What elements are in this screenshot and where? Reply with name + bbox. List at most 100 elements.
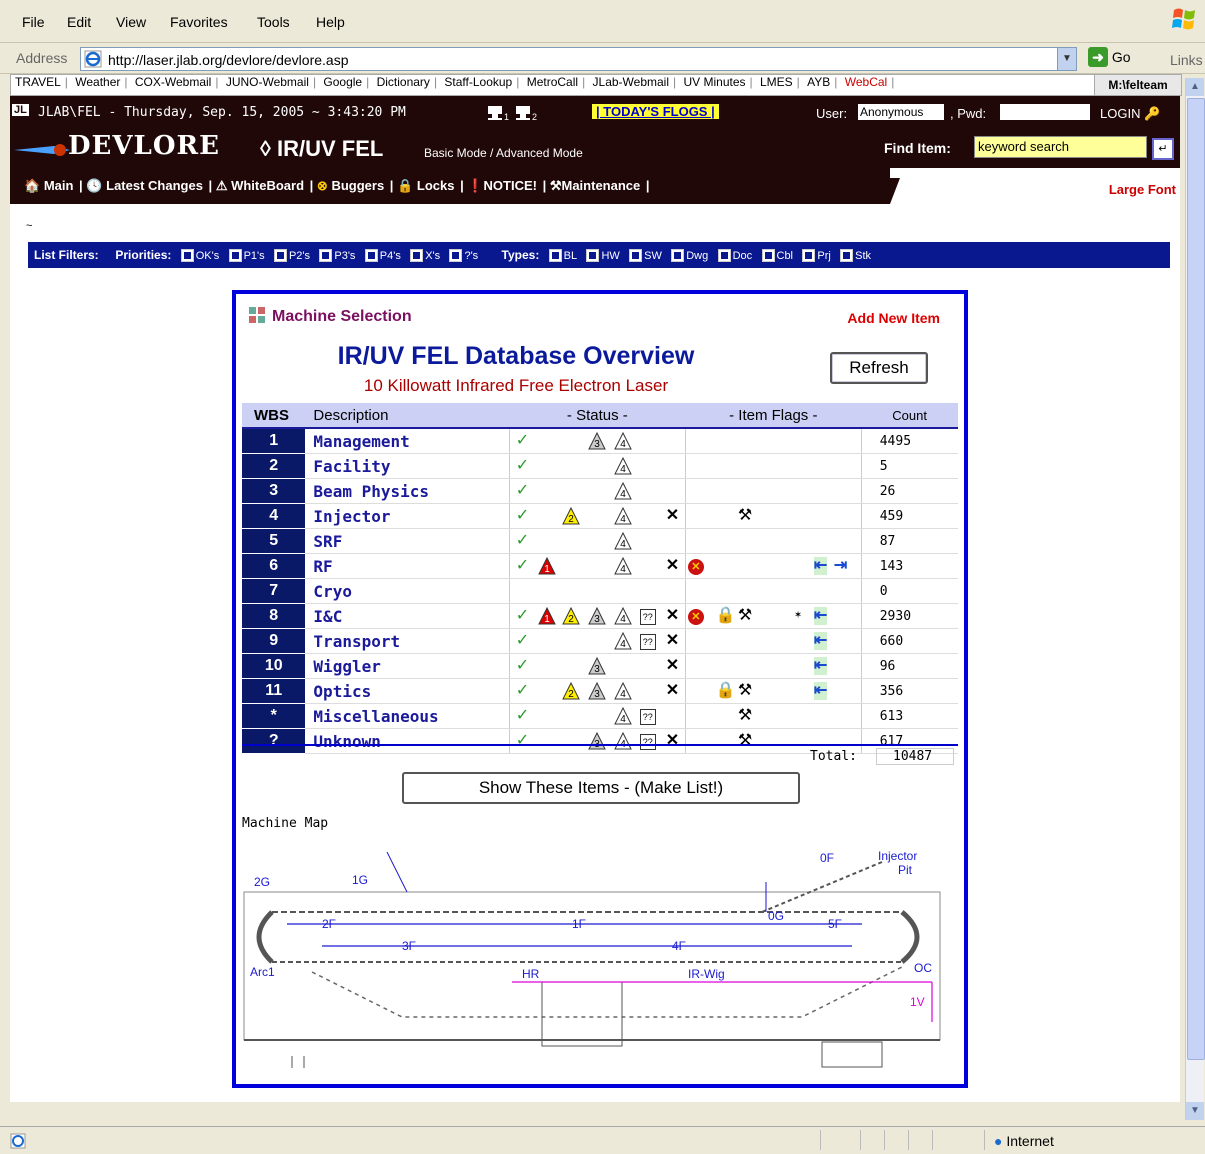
table-row[interactable]: 9 Transport ✓ 4?? ✕ ⇤ 660 bbox=[242, 628, 958, 654]
menu-tools[interactable]: Tools bbox=[257, 14, 290, 30]
p4-warning-icon[interactable]: 4 bbox=[613, 481, 632, 505]
p4-warning-icon[interactable]: 4 bbox=[613, 531, 632, 555]
link-metrocall[interactable]: MetroCall bbox=[523, 75, 582, 89]
menu-view[interactable]: View bbox=[116, 14, 146, 30]
unknown-status-icon[interactable]: ?? bbox=[639, 707, 656, 725]
p3-warning-icon[interactable]: 3 bbox=[587, 606, 606, 630]
x-status-icon[interactable]: ✕ bbox=[666, 657, 679, 675]
maintenance-flag-icon[interactable]: ⚒ bbox=[738, 607, 752, 625]
add-new-item-link[interactable]: Add New Item bbox=[847, 310, 940, 326]
filter-checkbox-p3[interactable] bbox=[319, 249, 333, 263]
filter-checkbox-hw[interactable] bbox=[586, 249, 600, 263]
filter-checkbox-stk[interactable] bbox=[840, 249, 854, 263]
filter-checkbox-p4[interactable] bbox=[364, 249, 378, 263]
x-status-icon[interactable]: ✕ bbox=[666, 682, 679, 700]
description-link[interactable]: RF bbox=[305, 553, 510, 579]
chevron-down-icon[interactable]: ▼ bbox=[1057, 48, 1076, 70]
ok-check-icon[interactable]: ✓ bbox=[516, 482, 529, 500]
unknown-status-icon[interactable]: ?? bbox=[639, 607, 656, 625]
star-flag-icon[interactable]: ✶ bbox=[794, 607, 802, 625]
p1-warning-icon[interactable]: 1 bbox=[537, 556, 556, 580]
filter-checkbox-q[interactable] bbox=[449, 249, 463, 263]
ok-check-icon[interactable]: ✓ bbox=[516, 632, 529, 650]
p4-warning-icon[interactable]: 4 bbox=[613, 556, 632, 580]
p2-warning-icon[interactable]: 2 bbox=[561, 606, 580, 630]
table-row[interactable]: 4 Injector ✓ 2 4 ✕ ⚒ 459 bbox=[242, 503, 958, 530]
whiteboard-flag-icon[interactable]: ⇤ bbox=[813, 657, 828, 675]
machine-selection-link[interactable]: Machine Selection bbox=[248, 306, 412, 326]
nav-main[interactable]: Main bbox=[44, 178, 74, 193]
whiteboard-flag-icon[interactable]: ⇤ bbox=[813, 607, 828, 625]
link-ayb[interactable]: AYB bbox=[803, 75, 834, 89]
maintenance-flag-icon[interactable]: ⚒ bbox=[738, 682, 752, 700]
whiteboard-out-flag-icon[interactable]: ⇥ bbox=[834, 557, 847, 575]
filter-checkbox-p1[interactable] bbox=[228, 249, 242, 263]
description-link[interactable]: Transport bbox=[305, 628, 510, 654]
whiteboard-flag-icon[interactable]: ⇤ bbox=[813, 557, 828, 575]
devlore-logo[interactable]: DEVLORE bbox=[68, 131, 220, 161]
link-lmes[interactable]: LMES bbox=[756, 75, 797, 89]
menu-help[interactable]: Help bbox=[316, 14, 345, 30]
scroll-thumb[interactable] bbox=[1187, 98, 1205, 1060]
felteam-drive-link[interactable]: M:\felteam bbox=[1094, 75, 1181, 95]
links-label[interactable]: Links bbox=[1170, 52, 1203, 68]
lock-flag-icon[interactable]: 🔒 bbox=[716, 682, 736, 700]
p3-warning-icon[interactable]: 3 bbox=[587, 681, 606, 705]
p4-warning-icon[interactable]: 4 bbox=[613, 456, 632, 480]
todays-flogs-link[interactable]: | TODAY'S FLOGS | bbox=[592, 104, 719, 119]
nav-whiteboard[interactable]: WhiteBoard bbox=[231, 178, 304, 193]
table-row[interactable]: 8 I&C ✓ 1 2 3 4?? ✕ ✕ 🔒 ⚒ ✶ ⇤ 2930 bbox=[242, 603, 958, 630]
table-row[interactable]: 3 Beam Physics ✓ 4 26 bbox=[242, 478, 958, 505]
x-status-icon[interactable]: ✕ bbox=[666, 557, 679, 575]
p4-warning-icon[interactable]: 4 bbox=[613, 506, 632, 530]
description-link[interactable]: I&C bbox=[305, 603, 510, 629]
p1-warning-icon[interactable]: 1 bbox=[537, 606, 556, 630]
maintenance-flag-icon[interactable]: ⚒ bbox=[738, 707, 752, 725]
unknown-status-icon[interactable]: ?? bbox=[639, 632, 656, 650]
address-input[interactable]: http://laser.jlab.org/devlore/devlore.as… bbox=[80, 47, 1077, 71]
ok-check-icon[interactable]: ✓ bbox=[516, 532, 529, 550]
ok-check-icon[interactable]: ✓ bbox=[516, 707, 529, 725]
x-status-icon[interactable]: ✕ bbox=[666, 507, 679, 525]
scroll-down-icon[interactable]: ▼ bbox=[1186, 1102, 1204, 1120]
scroll-up-icon[interactable]: ▲ bbox=[1186, 78, 1204, 96]
link-juno-webmail[interactable]: JUNO-Webmail bbox=[222, 75, 313, 89]
filter-checkbox-ok[interactable] bbox=[180, 249, 194, 263]
table-row[interactable]: 10 Wiggler ✓ 3 ✕ ⇤ 96 bbox=[242, 653, 958, 679]
link-jlab-webmail[interactable]: JLab-Webmail bbox=[589, 75, 673, 89]
lock-flag-icon[interactable]: 🔒 bbox=[716, 607, 736, 625]
ok-check-icon[interactable]: ✓ bbox=[516, 432, 529, 450]
nav-notice[interactable]: NOTICE! bbox=[484, 178, 537, 193]
link-weather[interactable]: Weather bbox=[71, 75, 124, 89]
table-row[interactable]: * Miscellaneous ✓ 4?? ⚒ 613 bbox=[242, 703, 958, 729]
link-cox-webmail[interactable]: COX-Webmail bbox=[131, 75, 215, 89]
description-link[interactable]: Optics bbox=[305, 678, 510, 704]
bug-flag-icon[interactable]: ✕ bbox=[687, 557, 704, 575]
filter-checkbox-p2[interactable] bbox=[273, 249, 287, 263]
table-row[interactable]: 5 SRF ✓ 4 87 bbox=[242, 528, 958, 555]
filter-checkbox-bl[interactable] bbox=[548, 249, 562, 263]
mode-links[interactable]: Basic Mode / Advanced Mode bbox=[424, 146, 583, 160]
filter-checkbox-x[interactable] bbox=[410, 249, 424, 263]
filter-checkbox-prj[interactable] bbox=[802, 249, 816, 263]
filter-checkbox-sw[interactable] bbox=[629, 249, 643, 263]
link-dictionary[interactable]: Dictionary bbox=[373, 75, 434, 89]
p4-warning-icon[interactable]: 4 bbox=[613, 431, 632, 455]
nav-maintenance[interactable]: Maintenance bbox=[562, 178, 641, 193]
menu-favorites[interactable]: Favorites bbox=[170, 14, 228, 30]
ok-check-icon[interactable]: ✓ bbox=[516, 682, 529, 700]
description-link[interactable]: Facility bbox=[305, 453, 510, 479]
table-row[interactable]: 2 Facility ✓ 4 5 bbox=[242, 453, 958, 480]
table-row[interactable]: 7 Cryo 0 bbox=[242, 578, 958, 604]
link-webcal[interactable]: WebCal bbox=[841, 75, 891, 89]
table-row[interactable]: 1 Management ✓ 3 4 4495 bbox=[242, 428, 958, 454]
description-link[interactable]: Management bbox=[305, 428, 510, 454]
description-link[interactable]: Beam Physics bbox=[305, 478, 510, 504]
ok-check-icon[interactable]: ✓ bbox=[516, 507, 529, 525]
filter-checkbox-cbl[interactable] bbox=[761, 249, 775, 263]
ok-check-icon[interactable]: ✓ bbox=[516, 657, 529, 675]
filter-checkbox-doc[interactable] bbox=[717, 249, 731, 263]
go-button[interactable]: ➜ Go bbox=[1088, 47, 1138, 69]
refresh-button[interactable]: Refresh bbox=[830, 352, 928, 384]
bug-flag-icon[interactable]: ✕ bbox=[687, 607, 704, 625]
